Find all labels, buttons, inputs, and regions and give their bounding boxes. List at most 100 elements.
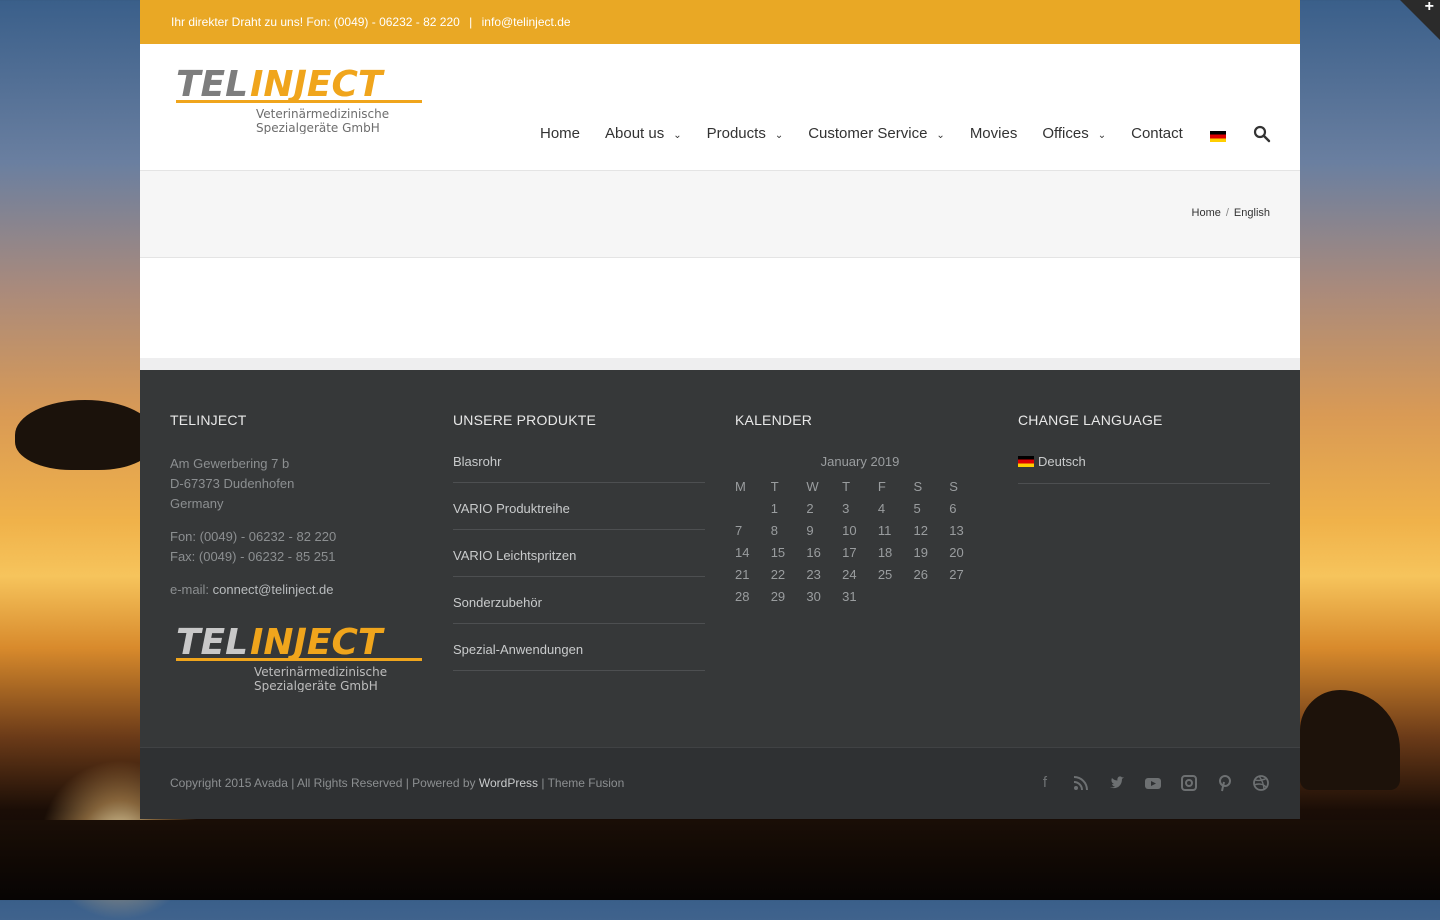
footer-logo-text-inject: INJECT <box>250 622 385 663</box>
calendar-day: 3 <box>842 500 850 516</box>
telinject-logo[interactable]: TEL INJECT Veterinärmedizinische Spezial… <box>174 64 424 134</box>
facebook-icon[interactable]: f <box>1036 774 1054 792</box>
product-link-blasrohr[interactable]: Blasrohr <box>453 454 705 483</box>
address-street: Am Gewerbering 7 b <box>170 456 290 471</box>
calendar-day: 28 <box>735 588 750 604</box>
product-link-vario-produktreihe[interactable]: VARIO Produktreihe <box>453 501 705 530</box>
logo-text-inject: INJECT <box>250 64 385 105</box>
language-label: Deutsch <box>1038 454 1086 469</box>
nav-item-contact[interactable]: Contact <box>1131 125 1183 142</box>
footer-col-products: UNSERE PRODUKTE Blasrohr VARIO Produktre… <box>453 412 705 689</box>
nav-item-customer-service[interactable]: Customer Service ⌄ <box>808 125 945 142</box>
footer-col-telinject: TELINJECT Am Gewerbering 7 b D-67373 Dud… <box>170 412 336 613</box>
calendar-day: 25 <box>877 566 893 582</box>
twitter-icon[interactable] <box>1108 774 1126 792</box>
main-content <box>140 258 1300 358</box>
nav-item-about-us[interactable]: About us ⌄ <box>605 125 682 142</box>
footer-address: Am Gewerbering 7 b D-67373 Dudenhofen Ge… <box>170 454 336 600</box>
dribbble-icon[interactable] <box>1252 774 1270 792</box>
calendar-day: 6 <box>949 500 957 516</box>
social-links: f <box>1018 774 1270 792</box>
calendar-day: 12 <box>913 522 928 538</box>
nav-label: Customer Service <box>808 124 928 142</box>
chevron-down-icon: ⌄ <box>1097 129 1107 141</box>
nav-item-offices[interactable]: Offices ⌄ <box>1042 125 1106 142</box>
nav-item-movies[interactable]: Movies <box>970 125 1018 142</box>
main-navigation: Home About us ⌄ Products ⌄ Customer Servic… <box>540 124 1271 143</box>
nav-item-products[interactable]: Products ⌄ <box>707 125 784 142</box>
footer-col-title: UNSERE PRODUKTE <box>453 412 597 428</box>
breadcrumb-divider: / <box>1225 207 1229 219</box>
weekday-header: T <box>842 478 851 494</box>
wordpress-link[interactable]: WordPress <box>479 776 538 790</box>
language-switcher-item[interactable]: Deutsch <box>1018 454 1270 484</box>
german-flag-icon[interactable] <box>1209 130 1226 142</box>
product-link-spezial-anwendungen[interactable]: Spezial-Anwendungen <box>453 642 705 671</box>
calendar-day: 7 <box>735 522 743 538</box>
calendar-week-row: 7 8 9 10 11 12 13 <box>735 519 985 541</box>
theme-fusion-link[interactable]: Theme Fusion <box>548 776 625 790</box>
calendar-day: 14 <box>735 544 750 560</box>
product-list: Blasrohr VARIO Produktreihe VARIO Leicht… <box>453 454 705 671</box>
calendar-day: 29 <box>770 588 786 604</box>
footer-widgets: TELINJECT Am Gewerbering 7 b D-67373 Dud… <box>140 370 1300 819</box>
copyright-text: Copyright 2015 Avada | All Rights Reserv… <box>170 776 624 790</box>
nav-label: About us <box>605 124 665 142</box>
footer-telinject-logo[interactable]: TEL INJECT Veterinärmedizinische Spezial… <box>174 622 424 692</box>
corner-toggle-tab[interactable] <box>1400 0 1440 40</box>
copyright-separator: | <box>538 776 548 790</box>
calendar-day: 27 <box>949 566 964 582</box>
footer-col-title: KALENDER <box>735 412 813 428</box>
address-email-link[interactable]: connect@telinject.de <box>213 582 334 597</box>
calendar-day: 16 <box>806 544 821 560</box>
logo-underline <box>176 100 422 103</box>
calendar-day <box>949 585 985 607</box>
calendar-day: 23 <box>806 566 821 582</box>
calendar-day: 22 <box>770 566 786 582</box>
address-phone: Fon: (0049) - 06232 - 82 220 <box>170 529 337 544</box>
youtube-icon[interactable] <box>1144 774 1162 792</box>
chevron-down-icon: ⌄ <box>774 129 784 141</box>
chevron-down-icon: ⌄ <box>673 129 682 141</box>
calendar-day <box>878 585 914 607</box>
weekday-header: M <box>735 478 746 494</box>
content-bottom-strip <box>140 358 1300 370</box>
background-tree <box>15 400 155 470</box>
calendar-day: 11 <box>877 522 892 538</box>
instagram-icon[interactable] <box>1180 774 1198 792</box>
product-link-vario-leichtspritzen[interactable]: VARIO Leichtspritzen <box>453 548 705 577</box>
footer-logo-text-tel: TEL <box>176 622 248 663</box>
logo-subtitle-2: Spezialgeräte GmbH <box>256 121 380 134</box>
product-link-sonderzubehoer[interactable]: Sonderzubehör <box>453 595 705 624</box>
search-icon[interactable] <box>1253 125 1271 143</box>
plus-icon[interactable]: + <box>1425 0 1434 16</box>
calendar-day: 1 <box>770 500 778 516</box>
weekday-header: S <box>949 478 958 494</box>
calendar-week-row: 1 2 3 4 5 6 <box>735 497 985 519</box>
footer-logo-subtitle-1: Veterinärmedizinische <box>254 665 387 679</box>
weekday-header: W <box>806 478 819 494</box>
calendar-week-row: 14 15 16 17 18 19 20 <box>735 541 985 563</box>
page-title-bar: Home / English <box>140 171 1300 258</box>
contact-separator: | <box>469 15 473 29</box>
calendar-day: 19 <box>913 544 928 560</box>
calendar-day <box>914 585 950 607</box>
footer-col-title: TELINJECT <box>170 412 247 428</box>
nav-label: Home <box>540 124 581 142</box>
calendar-day: 13 <box>949 522 964 538</box>
calendar-day: 9 <box>806 522 814 538</box>
calendar-day: 18 <box>877 544 893 560</box>
nav-item-home[interactable]: Home <box>540 125 580 142</box>
rss-icon[interactable] <box>1072 774 1090 792</box>
contact-email-link[interactable]: info@telinject.de <box>482 15 571 29</box>
pinterest-icon[interactable] <box>1216 774 1234 792</box>
breadcrumb-home-link[interactable]: Home <box>1192 207 1221 219</box>
footer-logo-underline <box>176 658 422 661</box>
copyright-prefix: Copyright 2015 Avada | All Rights Reserv… <box>170 776 479 790</box>
calendar-caption: January 2019 <box>820 454 900 469</box>
address-fax: Fax: (0049) - 06232 - 85 251 <box>170 549 336 564</box>
breadcrumb: Home / English <box>1192 207 1270 219</box>
footer-col-calendar: KALENDER January 2019 M T W T F S S 1 2 … <box>735 412 985 607</box>
logo-subtitle-1: Veterinärmedizinische <box>256 107 389 121</box>
address-email-label: e-mail: <box>170 582 213 597</box>
